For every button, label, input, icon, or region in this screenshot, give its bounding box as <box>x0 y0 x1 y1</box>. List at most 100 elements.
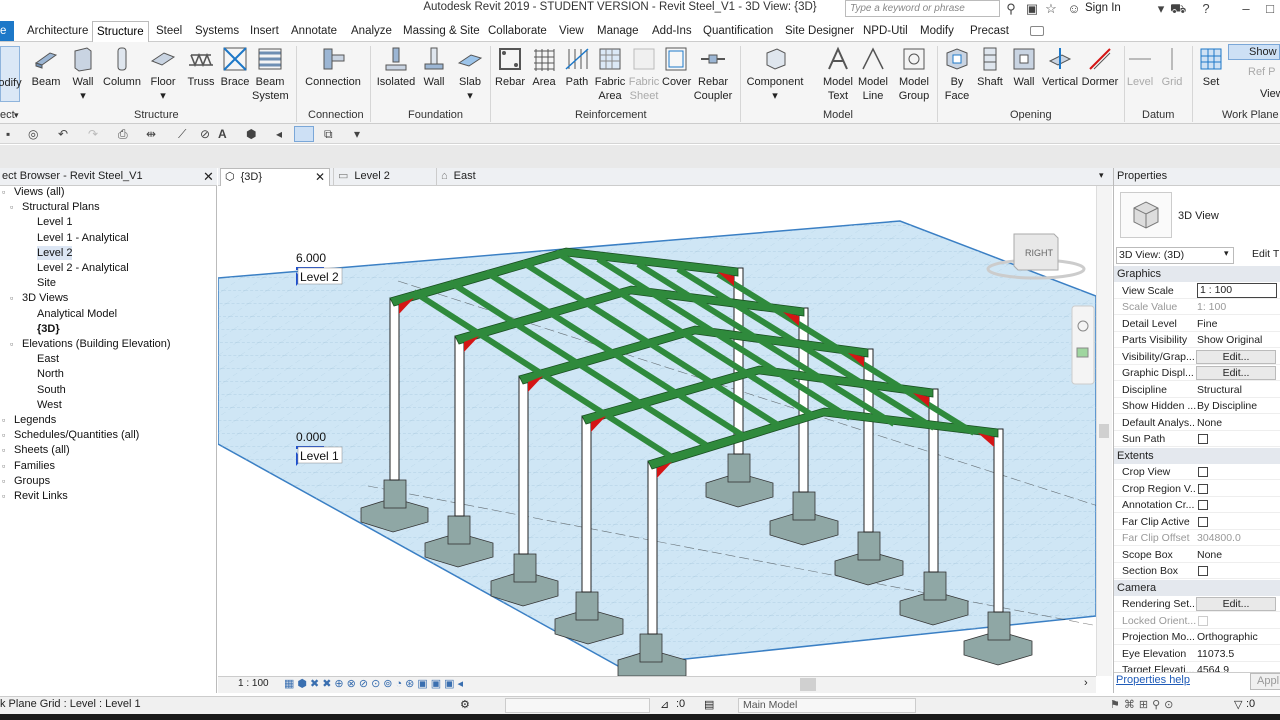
expand-collapse-icon[interactable]: ▫ <box>2 489 5 503</box>
tree-item[interactable]: 3D Views <box>22 291 68 305</box>
tree-item[interactable]: Site <box>37 276 56 290</box>
property-value[interactable]: None <box>1197 547 1277 563</box>
viewer-button[interactable]: Viewer <box>1232 88 1280 100</box>
zoom-icon[interactable] <box>1076 347 1089 358</box>
search-input[interactable]: Type a keyword or phrase <box>845 0 1000 17</box>
vertical-opening-button[interactable]: Vertical <box>1040 45 1080 89</box>
floor-button[interactable]: Floor ▾ <box>148 45 178 103</box>
expand-collapse-icon[interactable]: ▫ <box>2 428 5 442</box>
dormer-button[interactable]: Dormer <box>1080 45 1120 89</box>
chevron-down-icon[interactable]: ▾ <box>1224 248 1229 259</box>
minimize-icon[interactable]: – <box>1238 1 1254 16</box>
property-checkbox[interactable] <box>1198 434 1208 444</box>
expand-collapse-icon[interactable]: ▫ <box>2 459 5 473</box>
wall-foundation-button[interactable]: Wall <box>420 45 448 89</box>
tab-add-ins[interactable]: Add-Ins <box>652 24 692 38</box>
view-scale[interactable]: 1 : 100 <box>238 678 269 689</box>
customize-icon[interactable]: ▾ <box>354 127 360 141</box>
tab-collaborate[interactable]: Collaborate <box>488 24 547 38</box>
tab-view[interactable]: View <box>559 24 584 38</box>
chevron-down-icon[interactable]: ▾ <box>1153 1 1169 16</box>
view-tab-east[interactable]: ⌂ East <box>436 168 536 186</box>
property-checkbox[interactable] <box>1198 467 1208 477</box>
component-button[interactable]: Component ▾ <box>746 45 804 103</box>
tab-file[interactable]: e <box>0 21 14 41</box>
beam-button[interactable]: Beam <box>30 45 62 89</box>
tab-modify[interactable]: Modify <box>920 24 954 38</box>
tree-item[interactable]: Schedules/Quantities (all) <box>14 428 139 442</box>
model-text-button[interactable]: Model Text <box>820 45 856 103</box>
sign-in-link[interactable]: Sign In <box>1085 1 1121 16</box>
tree-item[interactable]: Families <box>14 459 55 473</box>
fabric-sheet-button[interactable]: Fabric Sheet <box>628 45 660 103</box>
restore-icon[interactable]: □ <box>1262 1 1278 16</box>
panel-reinforcement[interactable]: Reinforcement <box>575 108 647 122</box>
user-icon[interactable]: ☺ <box>1066 1 1082 16</box>
switch-windows-icon[interactable]: ⧉ <box>324 127 333 141</box>
property-value[interactable]: None <box>1197 415 1277 431</box>
tab-annotate[interactable]: Annotate <box>291 24 337 38</box>
property-value[interactable]: 1 : 100 <box>1197 282 1277 298</box>
by-face-button[interactable]: By Face <box>941 45 973 103</box>
column-button[interactable]: Column <box>102 45 142 89</box>
tab-quantification[interactable]: Quantification <box>703 24 773 38</box>
undo-icon[interactable]: ↶ <box>58 127 68 141</box>
worksets-icon[interactable]: ⚙ <box>460 698 470 711</box>
property-group-header[interactable]: Camera <box>1114 579 1280 596</box>
redo-icon[interactable]: ↷ <box>88 127 98 141</box>
property-value[interactable]: Orthographic <box>1197 629 1277 645</box>
star-icon[interactable]: ☆ <box>1043 1 1059 16</box>
expand-collapse-icon[interactable]: ▫ <box>2 185 5 199</box>
rebar-coupler-button[interactable]: Rebar Coupler <box>692 45 734 103</box>
filter-icon[interactable]: ▽ <box>1234 698 1242 711</box>
tag-icon[interactable]: ⊘ <box>200 127 210 141</box>
tree-item[interactable]: West <box>37 398 62 412</box>
tree-item[interactable]: Level 2 - Analytical <box>37 261 129 275</box>
measure-icon[interactable]: ⇹ <box>146 127 156 141</box>
view-tab-level-2[interactable]: ▭ Level 2 <box>333 168 433 186</box>
sync-icon[interactable]: ◎ <box>28 127 38 141</box>
view-control-icons[interactable]: ▦⬢✖✖⊕⊗⊘⊙⊚◔⊛▣▣▣◂ <box>284 677 466 690</box>
tree-item[interactable]: {3D} <box>37 322 60 336</box>
property-checkbox[interactable] <box>1198 483 1208 494</box>
area-button[interactable]: Area <box>530 45 558 89</box>
expand-collapse-icon[interactable]: ▫ <box>2 443 5 457</box>
3d-view-icon[interactable]: ⬢ <box>246 127 256 141</box>
properties-help-link[interactable]: Properties help <box>1116 674 1190 686</box>
chevron-down-icon[interactable]: ▾ <box>14 108 19 122</box>
tree-item[interactable]: Legends <box>14 413 56 427</box>
tree-item[interactable]: North <box>37 367 64 381</box>
property-checkbox[interactable] <box>1198 516 1208 527</box>
tab-npd-util[interactable]: NPD-Util <box>863 24 908 38</box>
isolated-button[interactable]: Isolated <box>376 45 416 89</box>
sheets-icon[interactable]: ▣ <box>1024 1 1040 16</box>
help-icon[interactable]: ? <box>1198 1 1214 16</box>
show-workplane-button[interactable]: Show <box>1228 44 1280 60</box>
editable-only-icon[interactable]: ⊿ <box>660 698 669 711</box>
property-edit-button[interactable]: Edit... <box>1196 349 1276 364</box>
truss-button[interactable]: Truss <box>186 45 216 89</box>
path-button[interactable]: Path <box>563 45 591 89</box>
expand-collapse-icon[interactable]: ▫ <box>2 474 5 488</box>
model-graphics[interactable]: 6.000 Level 2 0.000 Level 1 RIGHT <box>218 186 1096 676</box>
tab-overflow-icon[interactable]: ▾ <box>1099 170 1104 181</box>
level-button[interactable]: Level <box>1126 45 1154 89</box>
property-value[interactable]: 11073.5 <box>1197 646 1277 662</box>
tree-item[interactable]: Elevations (Building Elevation) <box>22 337 171 351</box>
expand-collapse-icon[interactable]: ▫ <box>2 413 5 427</box>
tab-precast[interactable]: Precast <box>970 24 1009 38</box>
tree-item[interactable]: East <box>37 352 59 366</box>
design-options-icon[interactable]: ▤ <box>704 698 714 711</box>
property-value[interactable]: Structural <box>1197 382 1277 398</box>
brace-button[interactable]: Brace <box>220 45 250 89</box>
scrollbar-thumb[interactable] <box>1099 424 1109 438</box>
shaft-button[interactable]: Shaft <box>975 45 1005 89</box>
rebar-button[interactable]: Rebar <box>494 45 526 89</box>
tree-item[interactable]: Groups <box>14 474 50 488</box>
property-checkbox[interactable] <box>1198 566 1208 576</box>
text-icon[interactable]: A <box>218 127 227 141</box>
expand-collapse-icon[interactable]: ▫ <box>10 337 13 351</box>
design-option-dropdown[interactable]: Main Model <box>738 698 916 713</box>
tab-analyze[interactable]: Analyze <box>351 24 392 38</box>
section-icon[interactable]: ◂ <box>276 127 282 141</box>
